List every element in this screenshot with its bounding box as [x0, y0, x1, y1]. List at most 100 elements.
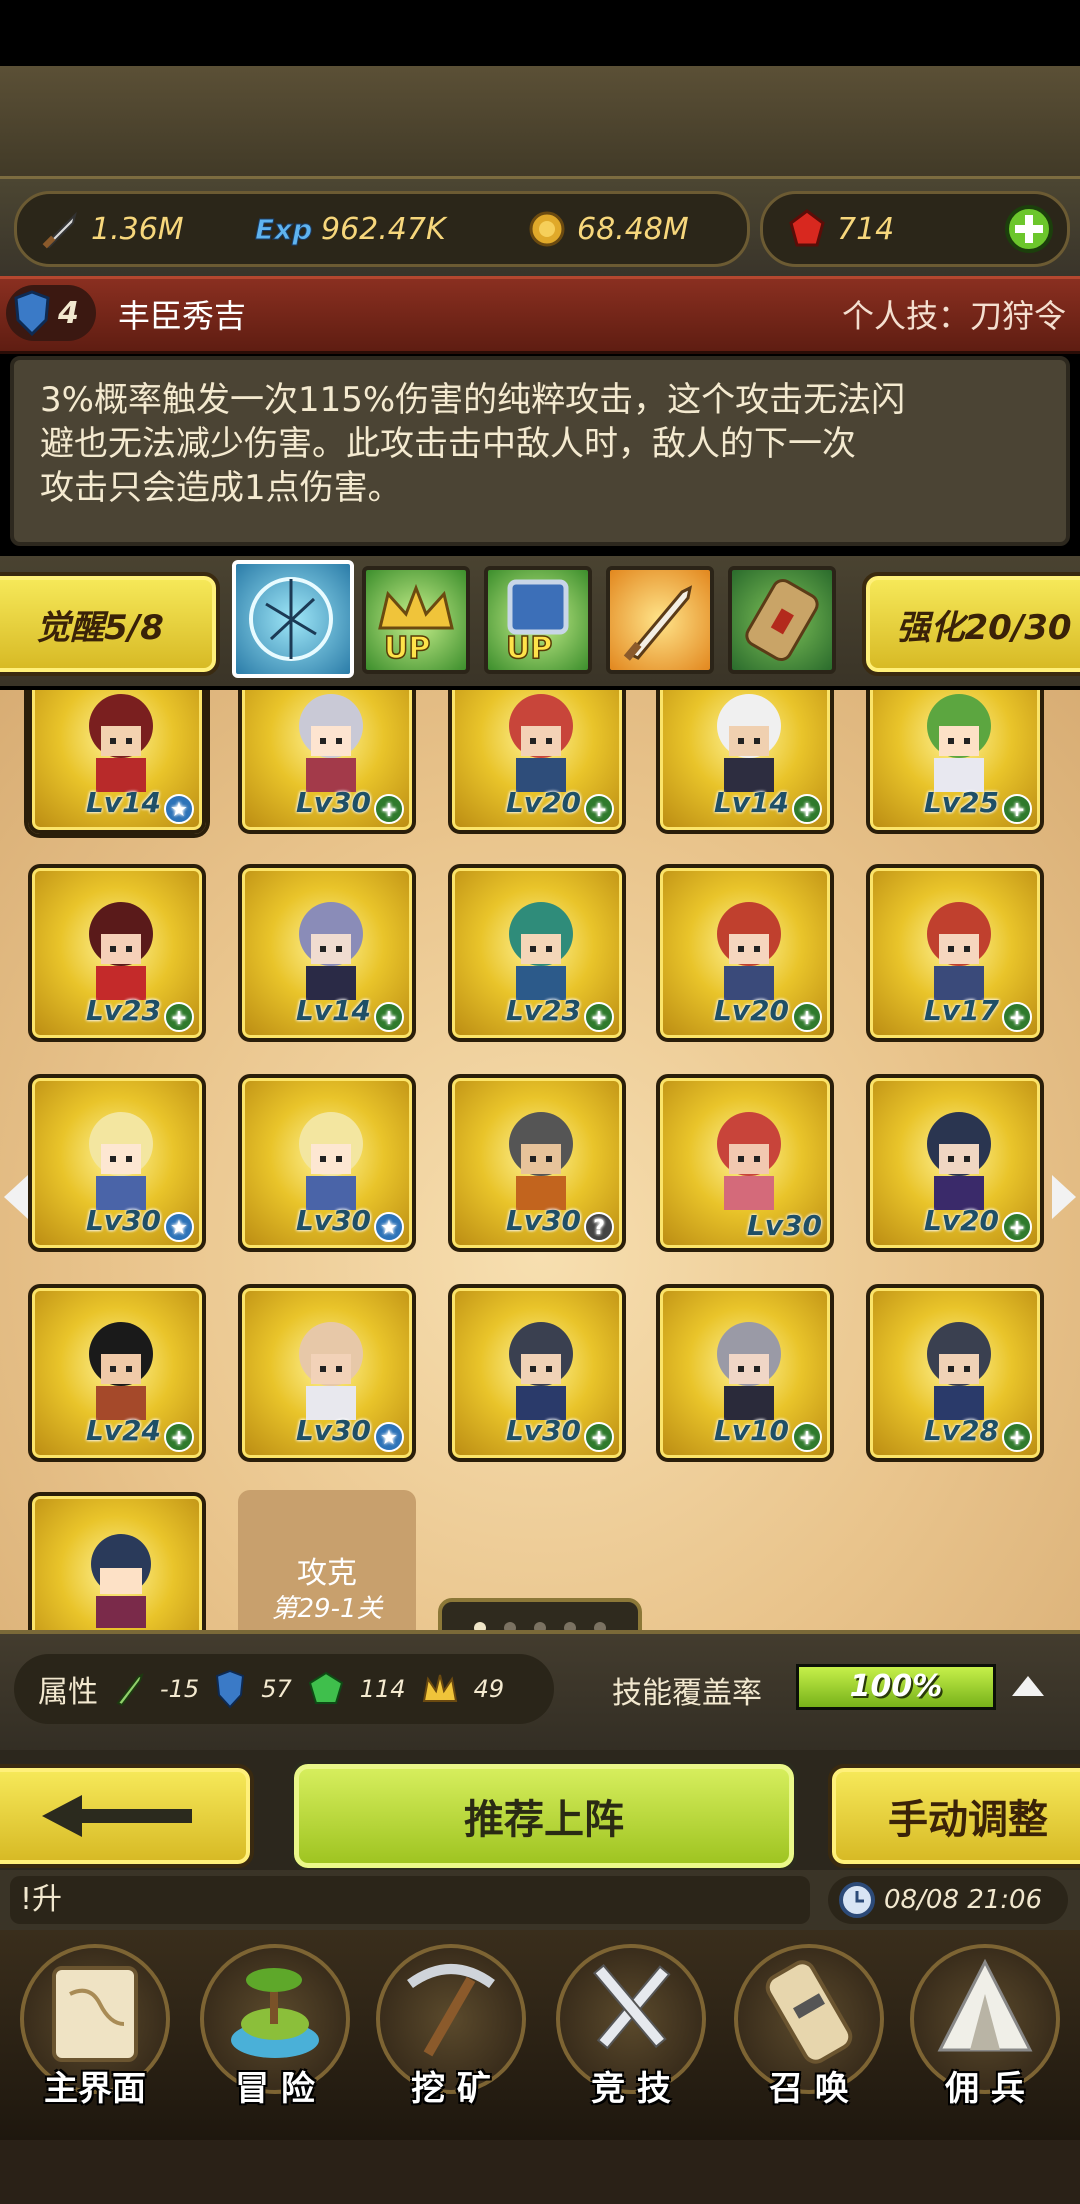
attribute-value: -15 — [160, 1675, 200, 1703]
hero-card[interactable]: Lv20 + — [448, 690, 626, 834]
nav-label: 主界面 — [44, 2069, 146, 2109]
hero-card[interactable]: Lv20 + — [656, 864, 834, 1042]
skill-tab-shield[interactable]: UP — [484, 566, 592, 674]
hero-portrait-icon — [927, 902, 991, 1000]
bottom-strip — [0, 2140, 1080, 2204]
plus-badge-icon: + — [1002, 794, 1032, 824]
hero-level-text: Lv25 — [923, 786, 999, 819]
hero-level: Lv30 + — [296, 786, 404, 824]
hero-card[interactable]: Lv17 + — [866, 864, 1044, 1042]
star-badge-icon: ★ — [374, 1212, 404, 1242]
up-label: UP — [384, 631, 430, 666]
personal-skill-label: 个人技：刀狩令 — [841, 297, 1066, 335]
add-gems-icon[interactable] — [1003, 203, 1055, 255]
recommend-lineup-button[interactable]: 推荐上阵 — [290, 1760, 798, 1872]
hero-level-text: Lv20 — [923, 1204, 999, 1237]
clock-time: 08/08 21:06 — [884, 1885, 1043, 1915]
enhance-button[interactable]: 强化20/30 — [862, 572, 1080, 676]
awaken-button[interactable]: 觉醒5/8 — [0, 572, 220, 676]
skill-tab-scroll[interactable] — [728, 566, 836, 674]
skill-tab-sword[interactable] — [606, 566, 714, 674]
hero-card[interactable]: Lv30 ★ — [238, 1284, 416, 1462]
hero-card[interactable]: Lv14 ★ — [28, 690, 206, 834]
hero-level-text: Lv30 — [505, 1414, 581, 1447]
clock-icon — [839, 1882, 875, 1918]
island-icon — [231, 1968, 319, 2058]
coverage-bar: 100% — [796, 1664, 996, 1710]
plus-badge-icon: + — [164, 1422, 194, 1452]
hero-card[interactable]: Lv10 + — [656, 1284, 834, 1462]
hero-level: Lv14 ★ — [86, 786, 194, 824]
skill-tab-crown[interactable]: UP — [362, 566, 470, 674]
hero-card[interactable]: Lv30 + — [238, 690, 416, 834]
hero-level-text: Lv24 — [85, 1414, 161, 1447]
nav-summon[interactable]: 召 唤 — [724, 1944, 894, 2114]
chat-bar[interactable]: !升 08/08 21:06 — [0, 1870, 1080, 1930]
nav-label: 挖 矿 — [411, 2069, 491, 2109]
hero-level-text: Lv30 — [85, 1204, 161, 1237]
skill-tab-awaken[interactable] — [232, 560, 354, 678]
hero-portrait-icon — [927, 694, 991, 792]
hero-card[interactable]: Lv20 + — [866, 1074, 1044, 1252]
nav-label: 召 唤 — [769, 2069, 849, 2109]
collapse-arrow-icon[interactable] — [1008, 1672, 1048, 1702]
nav-mining[interactable]: 挖 矿 — [366, 1944, 536, 2114]
hero-card[interactable]: Lv14 + — [238, 864, 416, 1042]
crown-attr-icon — [422, 1674, 457, 1702]
hero-card[interactable]: Lv14 + — [656, 690, 834, 834]
hero-portrait-icon — [89, 902, 153, 1000]
plus-badge-icon: + — [1002, 1002, 1032, 1032]
plus-badge-icon: + — [584, 1002, 614, 1032]
enhance-label: 强化20/30 — [896, 607, 1072, 648]
hero-card[interactable]: Lv23 + — [28, 864, 206, 1042]
hero-level: Lv25 + — [924, 786, 1032, 824]
hero-card[interactable] — [28, 1492, 206, 1630]
hero-card[interactable]: Lv24 + — [28, 1284, 206, 1462]
gold-value: 68.48M — [577, 211, 689, 247]
hero-level: Lv30 — [747, 1209, 822, 1242]
hero-level-text: Lv14 — [85, 786, 161, 819]
hero-portrait-icon — [91, 1534, 151, 1628]
hero-card[interactable]: Lv28 + — [866, 1284, 1044, 1462]
hero-level: Lv30 ★ — [296, 1204, 404, 1242]
question-badge-icon: ? — [584, 1212, 614, 1242]
hero-card[interactable]: Lv30 ★ — [238, 1074, 416, 1252]
sword-icon — [42, 211, 77, 249]
hero-level-text: Lv10 — [713, 1414, 789, 1447]
gem-value: 714 — [837, 211, 895, 247]
crown-up-icon: UP — [378, 583, 454, 667]
hero-level-text: Lv30 — [295, 786, 371, 819]
hero-card[interactable]: Lv30 + — [448, 1284, 626, 1462]
gem-resource: 714 — [785, 194, 894, 264]
hero-level: Lv24 + — [86, 1414, 194, 1452]
plus-badge-icon: + — [164, 1002, 194, 1032]
skill-description: 3%概率触发一次115%伤害的纯粹攻击，这个攻击无法闪 避也无法减少伤害。此攻击… — [10, 356, 1070, 546]
nav-adventure[interactable]: 冒 险 — [190, 1944, 360, 2114]
up-label: UP — [506, 631, 552, 666]
hero-level: Lv10 + — [714, 1414, 822, 1452]
ruby-icon — [789, 209, 825, 247]
hero-card[interactable]: Lv30 ★ — [28, 1074, 206, 1252]
attribute-label: 属性 — [38, 1675, 98, 1710]
hero-level: Lv20 + — [506, 786, 614, 824]
back-arrow-icon — [42, 1795, 192, 1837]
nav-arena[interactable]: 竞 技 — [546, 1944, 716, 2114]
hero-portrait-icon — [717, 694, 781, 792]
description-line: 攻击只会造成1点伤害。 — [40, 468, 402, 508]
locked-slot: 攻克 第29-1关 — [238, 1490, 416, 1630]
manual-label: 手动调整 — [888, 1797, 1048, 1843]
back-button[interactable] — [0, 1764, 254, 1868]
hero-card[interactable]: Lv23 + — [448, 864, 626, 1042]
plus-badge-icon: + — [792, 794, 822, 824]
hero-card[interactable]: Lv30 — [656, 1074, 834, 1252]
attribute-value: 57 — [261, 1675, 292, 1703]
plus-badge-icon: + — [584, 1422, 614, 1452]
nav-main[interactable]: 主界面 — [10, 1944, 180, 2114]
hero-card[interactable]: Lv30? — [448, 1074, 626, 1252]
status-bar — [0, 0, 1080, 66]
resource-pill: 1.36M Exp 962.47K 68.48M — [14, 191, 750, 267]
nav-mercenary[interactable]: 佣 兵 — [900, 1944, 1070, 2114]
hero-level-text: Lv17 — [923, 994, 999, 1027]
hero-card[interactable]: Lv25 + — [866, 690, 1044, 834]
manual-adjust-button[interactable]: 手动调整 — [828, 1764, 1080, 1868]
